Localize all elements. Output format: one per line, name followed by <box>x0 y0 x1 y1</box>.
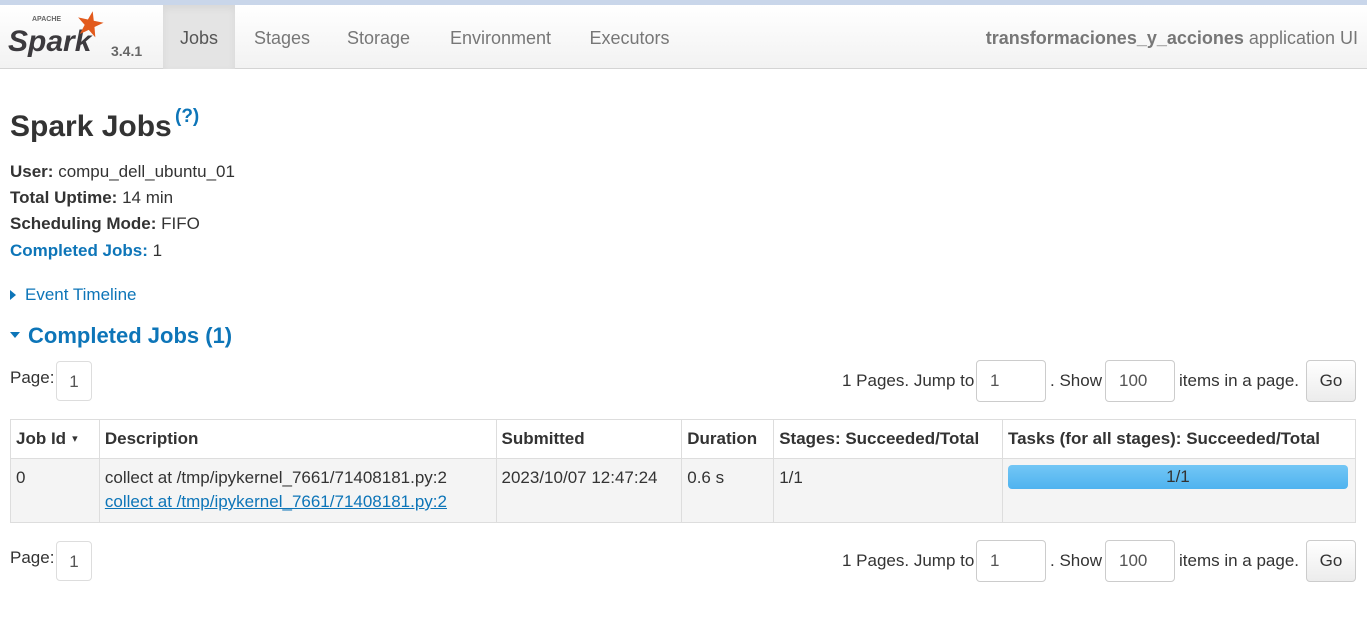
page-size-input-bottom[interactable]: 100 <box>1105 540 1175 582</box>
completed-jobs-value: 1 <box>147 241 163 260</box>
nav-tab-storage[interactable]: Storage <box>331 5 426 69</box>
app-suffix: application UI <box>1243 28 1358 48</box>
jump-to-page-input[interactable]: 1 <box>976 360 1046 402</box>
pager-controls: 1 Pages. Jump to 1 . Show 100 items in a… <box>842 360 1357 402</box>
nav-tab-executors[interactable]: Executors <box>576 5 683 69</box>
pages-jump-text: 1 Pages. Jump to <box>842 371 975 390</box>
event-timeline-toggle[interactable]: Event Timeline <box>10 285 137 305</box>
pager-top: Page: 1 1 Pages. Jump to 1 . Show 100 it… <box>10 360 1357 402</box>
show-text-bottom: . Show <box>1050 551 1102 570</box>
page-number-button-bottom[interactable]: 1 <box>56 541 92 581</box>
info-scheduling-mode: Scheduling Mode: FIFO <box>10 214 200 234</box>
user-label: User: <box>10 162 54 181</box>
column-header-description[interactable]: Description <box>98 419 497 459</box>
pager-controls-bottom: 1 Pages. Jump to 1 . Show 100 items in a… <box>842 540 1357 582</box>
page-title: Spark Jobs <box>10 110 172 143</box>
tasks-progress-bar: 1/1 <box>1007 465 1348 489</box>
spark-version: 3.4.1 <box>111 43 143 59</box>
pager-bottom: Page: 1 1 Pages. Jump to 1 . Show 100 it… <box>10 540 1357 582</box>
column-header-submitted[interactable]: Submitted <box>495 419 683 459</box>
app-name: transformaciones_y_acciones <box>985 28 1244 48</box>
duration-cell: 0.6 s <box>681 458 775 523</box>
page-label-bottom: Page: <box>10 548 55 567</box>
job-id-cell: 0 <box>10 458 100 523</box>
completed-jobs-link[interactable]: Completed Jobs: <box>10 241 148 260</box>
nav-tab-environment[interactable]: Environment <box>434 5 567 69</box>
expanded-arrow-icon <box>10 332 20 339</box>
page-label: Page: <box>10 368 55 387</box>
table-row: 0 collect at /tmp/ipykernel_7661/7140818… <box>10 458 1357 523</box>
page-number-button[interactable]: 1 <box>56 361 92 401</box>
show-text: . Show <box>1050 371 1102 390</box>
tasks-cell: 1/1 <box>1001 458 1357 523</box>
items-in-page-text: items in a page. <box>1179 371 1300 390</box>
table-header-row: Job Id ▾ Description Submitted Duration S… <box>10 419 1357 459</box>
scheduling-mode-value: FIFO <box>156 214 200 233</box>
user-value: compu_dell_ubuntu_01 <box>53 162 235 181</box>
scheduling-mode-label: Scheduling Mode: <box>10 214 157 233</box>
collapsed-arrow-icon <box>10 289 16 300</box>
help-icon[interactable]: (?) <box>175 106 199 127</box>
info-completed-jobs: Completed Jobs: 1 <box>10 241 162 261</box>
info-user: User: compu_dell_ubuntu_01 <box>10 162 235 182</box>
help-tooltip-link[interactable]: (?) <box>175 106 199 128</box>
apache-wordmark: APACHE <box>32 16 61 23</box>
sort-descending-icon: ▾ <box>72 433 78 445</box>
stages-cell: 1/1 <box>773 458 1003 523</box>
go-button[interactable]: Go <box>1306 360 1356 402</box>
spark-logo[interactable]: APACHE Spark 3.4.1 <box>8 9 158 65</box>
page-size-input[interactable]: 100 <box>1105 360 1175 402</box>
uptime-label: Total Uptime: <box>10 188 118 207</box>
completed-jobs-heading: Completed Jobs (1) <box>28 323 233 348</box>
column-header-stages[interactable]: Stages: Succeeded/Total <box>773 419 1003 459</box>
description-text: collect at /tmp/ipykernel_7661/71408181.… <box>104 468 447 487</box>
jump-to-page-input-bottom[interactable]: 1 <box>976 540 1046 582</box>
column-header-duration[interactable]: Duration <box>681 419 775 459</box>
completed-jobs-table: Job Id ▾ Description Submitted Duration S… <box>10 419 1357 523</box>
submitted-cell: 2023/10/07 12:47:24 <box>495 458 683 523</box>
column-header-tasks[interactable]: Tasks (for all stages): Succeeded/Total <box>1001 419 1357 459</box>
spark-wordmark: Spark <box>8 25 93 58</box>
items-in-page-text-bottom: items in a page. <box>1179 551 1300 570</box>
application-title: transformaciones_y_acciones application … <box>986 5 1358 69</box>
go-button-bottom[interactable]: Go <box>1306 540 1356 582</box>
pages-jump-text-bottom: 1 Pages. Jump to <box>842 551 975 570</box>
column-header-job-id[interactable]: Job Id ▾ <box>10 419 100 459</box>
completed-jobs-toggle[interactable]: Completed Jobs (1) <box>10 323 232 349</box>
job-detail-link[interactable]: collect at /tmp/ipykernel_7661/71408181.… <box>105 492 491 512</box>
nav-tab-jobs[interactable]: Jobs <box>163 5 235 69</box>
navbar: APACHE Spark 3.4.1 Jobs Stages Storage E… <box>0 5 1367 69</box>
info-uptime: Total Uptime: 14 min <box>10 188 173 208</box>
event-timeline-label: Event Timeline <box>25 285 137 304</box>
description-cell: collect at /tmp/ipykernel_7661/71408181.… <box>98 458 497 523</box>
nav-tab-stages[interactable]: Stages <box>239 5 325 69</box>
spark-logo-graphic: APACHE Spark <box>8 11 104 58</box>
job-id-header-label: Job Id <box>16 429 67 448</box>
uptime-value: 14 min <box>117 188 174 207</box>
